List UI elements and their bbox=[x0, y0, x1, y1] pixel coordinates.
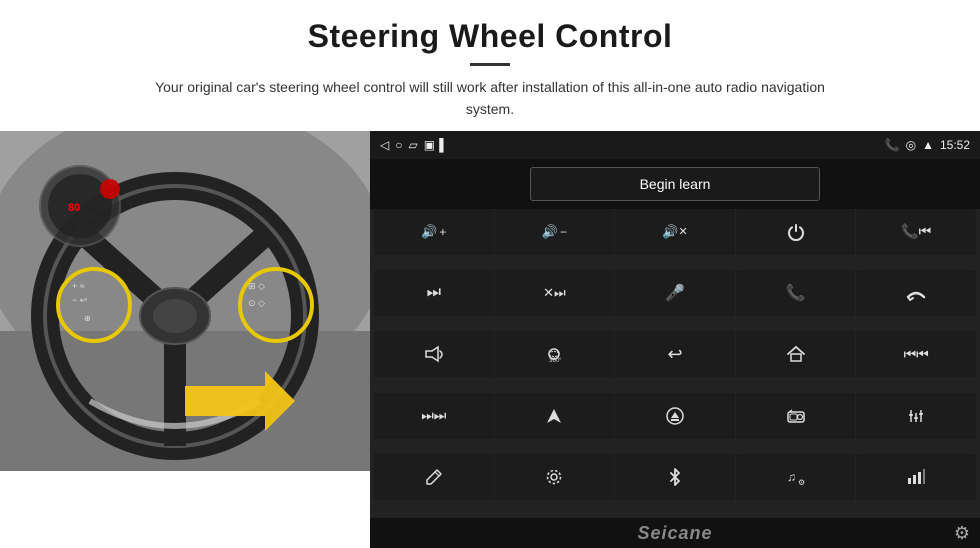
android-screen: ◁ ○ ▱ ▣▐ 📞 ◎ ▲ 15:52 Begin learn bbox=[370, 131, 980, 548]
bluetooth-button[interactable] bbox=[615, 454, 735, 500]
360-cam-button[interactable]: 360° bbox=[495, 331, 615, 377]
status-bar: ◁ ○ ▱ ▣▐ 📞 ◎ ▲ 15:52 bbox=[370, 131, 980, 159]
radio-button[interactable] bbox=[736, 393, 856, 439]
steering-wheel-image: + ≈ − ↩ ⊕ ⊞ ◇ ⊙ ◇ 80 bbox=[0, 131, 370, 471]
eq-button[interactable] bbox=[856, 393, 976, 439]
back-button[interactable]: ↩ bbox=[615, 331, 735, 377]
seicane-logo: Seicane bbox=[637, 523, 712, 544]
status-right: 📞 ◎ ▲ 15:52 bbox=[885, 138, 970, 152]
eject-button[interactable] bbox=[615, 393, 735, 439]
bottom-bar: Seicane ⚙ bbox=[370, 518, 980, 548]
signal-bars-button[interactable] bbox=[856, 454, 976, 500]
mic-button[interactable]: 🎤 bbox=[615, 270, 735, 316]
begin-learn-button[interactable]: Begin learn bbox=[530, 167, 820, 201]
mute-button[interactable]: 🔊✕ bbox=[615, 209, 735, 255]
fast-back-button[interactable]: ⏮⏮ bbox=[856, 331, 976, 377]
home-icon[interactable]: ○ bbox=[395, 138, 402, 152]
page-title: Steering Wheel Control bbox=[60, 18, 920, 55]
page-container: Steering Wheel Control Your original car… bbox=[0, 0, 980, 548]
home-button[interactable] bbox=[736, 331, 856, 377]
call-button[interactable]: 📞 bbox=[736, 270, 856, 316]
back-icon[interactable]: ◁ bbox=[380, 138, 389, 152]
horn-button[interactable] bbox=[374, 331, 494, 377]
power-button[interactable] bbox=[736, 209, 856, 255]
content-area: + ≈ − ↩ ⊕ ⊞ ◇ ⊙ ◇ 80 bbox=[0, 131, 980, 548]
skip-fast-button[interactable]: ✕⏭ bbox=[495, 270, 615, 316]
svg-text:⊞ ◇: ⊞ ◇ bbox=[248, 281, 265, 291]
svg-text:+ ≈: + ≈ bbox=[72, 281, 85, 291]
svg-text:⊕: ⊕ bbox=[84, 314, 91, 323]
svg-text:360°: 360° bbox=[549, 358, 562, 363]
svg-text:⊙ ◇: ⊙ ◇ bbox=[248, 298, 265, 308]
prev-end-button[interactable]: 📞⏮ bbox=[856, 209, 976, 255]
time-display: 15:52 bbox=[940, 138, 970, 152]
next-button[interactable]: ⏭ bbox=[374, 270, 494, 316]
pen-button[interactable] bbox=[374, 454, 494, 500]
subtitle-text: Your original car's steering wheel contr… bbox=[140, 76, 840, 121]
svg-text:80: 80 bbox=[68, 202, 80, 214]
header-section: Steering Wheel Control Your original car… bbox=[0, 0, 980, 131]
title-divider bbox=[470, 63, 510, 66]
location-status-icon: ◎ bbox=[906, 138, 916, 152]
settings-gear-icon[interactable]: ⚙ bbox=[954, 523, 970, 544]
recents-icon[interactable]: ▱ bbox=[408, 138, 417, 152]
fast-fwd-button[interactable]: ⏭⏭ bbox=[374, 393, 494, 439]
svg-text:⚙: ⚙ bbox=[798, 478, 805, 486]
svg-text:♫: ♫ bbox=[787, 470, 796, 484]
music-settings-button[interactable]: ♫ ⚙ bbox=[736, 454, 856, 500]
svg-text:− ↩: − ↩ bbox=[72, 295, 88, 305]
vol-down-button[interactable]: 🔊− bbox=[495, 209, 615, 255]
phone-status-icon: 📞 bbox=[885, 138, 900, 152]
begin-learn-row: Begin learn bbox=[370, 159, 980, 209]
wifi-status-icon: ▲ bbox=[922, 138, 934, 152]
vol-up-button[interactable]: 🔊+ bbox=[374, 209, 494, 255]
nav-button[interactable] bbox=[495, 393, 615, 439]
signal-icon: ▣▐ bbox=[424, 138, 444, 152]
hang-up-button[interactable] bbox=[856, 270, 976, 316]
status-left: ◁ ○ ▱ ▣▐ bbox=[380, 138, 444, 152]
controls-grid: 🔊+ 🔊− 🔊✕ 📞⏮ bbox=[370, 209, 980, 518]
settings-sm-button[interactable] bbox=[495, 454, 615, 500]
